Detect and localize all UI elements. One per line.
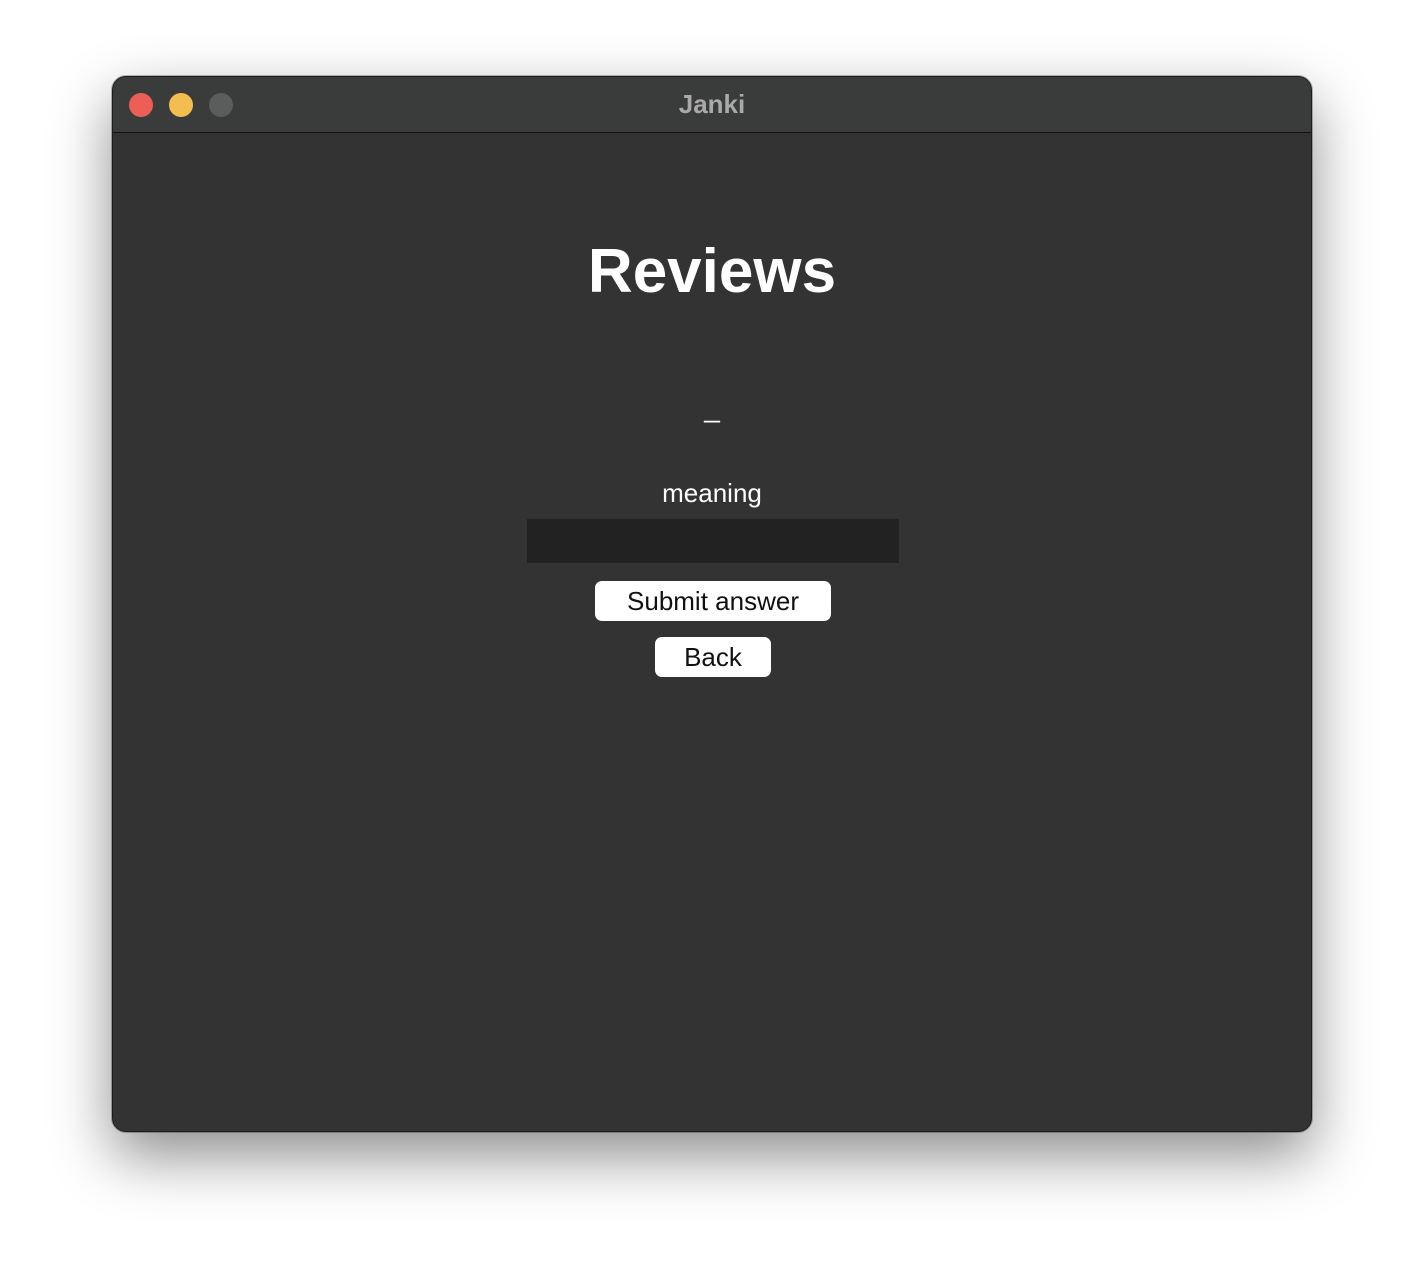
app-window: Janki Reviews _ meaning Submit answer Ba…: [112, 76, 1312, 1132]
back-button[interactable]: Back: [655, 637, 771, 677]
page-title: Reviews: [587, 237, 837, 306]
window-title: Janki: [678, 89, 746, 119]
review-panel: Reviews _ meaning Submit answer Back: [113, 133, 1311, 1131]
answer-type-label: meaning: [662, 478, 762, 508]
submit-answer-button[interactable]: Submit answer: [595, 581, 831, 621]
titlebar[interactable]: Janki: [113, 77, 1311, 133]
review-prompt: _: [704, 392, 720, 423]
answer-input[interactable]: [527, 519, 899, 563]
